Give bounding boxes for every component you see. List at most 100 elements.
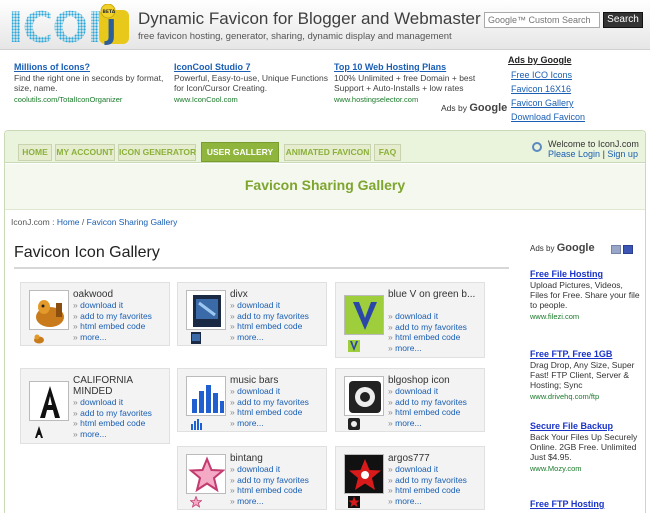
side-ad-title[interactable]: Free FTP, Free 1GB xyxy=(530,349,642,359)
music-bars-icon[interactable] xyxy=(186,376,226,416)
login-line: Please Login | Sign up xyxy=(548,149,638,159)
refresh-icon xyxy=(532,142,542,152)
download-link[interactable]: » download it xyxy=(230,386,309,397)
embed-code-link[interactable]: » html embed code xyxy=(230,321,309,332)
side-ad-1[interactable]: Free File Hosting Upload Pictures, Video… xyxy=(530,269,642,322)
signup-link[interactable]: Sign up xyxy=(607,149,638,159)
embed-code-link[interactable]: » html embed code xyxy=(230,485,309,496)
ad-title[interactable]: IconCool Studio 7 xyxy=(174,62,334,72)
ad-title[interactable]: Top 10 Web Hosting Plans xyxy=(334,62,492,72)
breadcrumb-separator: / xyxy=(81,217,85,227)
ad-url[interactable]: www.IconCool.com xyxy=(174,95,334,105)
dog-icon[interactable] xyxy=(29,290,69,330)
login-link[interactable]: Please Login xyxy=(548,149,600,159)
embed-code-link[interactable]: » html embed code xyxy=(388,485,467,496)
embed-code-link[interactable]: » html embed code xyxy=(388,407,467,418)
embed-code-link[interactable]: » html embed code xyxy=(73,418,152,429)
more-link[interactable]: » more... xyxy=(230,332,309,343)
gallery-divider xyxy=(14,267,509,269)
add-favorites-link[interactable]: » add to my favorites xyxy=(230,475,309,486)
more-link[interactable]: » more... xyxy=(230,418,309,429)
ad-title[interactable]: Millions of Icons? xyxy=(14,62,174,72)
breadcrumb-current[interactable]: Favicon Sharing Gallery xyxy=(87,217,178,227)
ads-by-google-label[interactable]: Ads by Google xyxy=(441,102,507,114)
login-separator: | xyxy=(602,149,605,159)
more-link[interactable]: » more... xyxy=(388,343,467,354)
next-ad-button[interactable] xyxy=(623,245,633,254)
side-ads-by-google-label[interactable]: Ads by Google xyxy=(530,242,595,254)
main-panel: HOME MY ACCOUNT ICON GENERATOR USER GALL… xyxy=(4,130,646,513)
divx-favicon-icon xyxy=(191,332,201,344)
embed-code-link[interactable]: » html embed code xyxy=(230,407,309,418)
top-ad-3[interactable]: Top 10 Web Hosting Plans 100% Unlimited … xyxy=(334,62,492,105)
card-name: music bars xyxy=(230,375,279,386)
more-link[interactable]: » more... xyxy=(230,496,309,507)
more-link[interactable]: » more... xyxy=(388,496,467,507)
tab-home[interactable]: HOME xyxy=(18,144,52,161)
search-input[interactable] xyxy=(484,12,600,28)
embed-code-link[interactable]: » html embed code xyxy=(73,321,152,332)
blgoshop-favicon-icon xyxy=(348,418,360,430)
download-link[interactable]: » download it xyxy=(73,397,152,408)
add-favorites-link[interactable]: » add to my favorites xyxy=(230,397,309,408)
side-ad-title[interactable]: Free FTP Hosting xyxy=(530,499,642,509)
side-ad-2[interactable]: Free FTP, Free 1GB Drag Drop, Any Size, … xyxy=(530,349,642,402)
top-ad-1[interactable]: Millions of Icons? Find the right one in… xyxy=(14,62,174,105)
more-link[interactable]: » more... xyxy=(73,429,152,440)
tab-user-gallery[interactable]: USER GALLERY xyxy=(201,142,279,162)
add-favorites-link[interactable]: » add to my favorites xyxy=(230,311,309,322)
ad-link-free-ico-icons[interactable]: Free ICO Icons xyxy=(511,68,618,82)
argos-star-icon[interactable] xyxy=(344,454,384,494)
side-ad-title[interactable]: Secure File Backup xyxy=(530,421,642,431)
ad-link-download-favicon[interactable]: Download Favicon xyxy=(511,110,618,124)
download-link[interactable]: » download it xyxy=(230,300,309,311)
download-link[interactable]: » download it xyxy=(73,300,152,311)
more-link[interactable]: » more... xyxy=(388,418,467,429)
iconj-logo[interactable]: ICON J BETA xyxy=(8,4,130,48)
add-favorites-link[interactable]: » add to my favorites xyxy=(73,311,152,322)
tab-icon-generator[interactable]: ICON GENERATOR xyxy=(118,144,196,161)
add-favorites-link[interactable]: » add to my favorites xyxy=(73,408,152,419)
side-ad-text: Drag Drop, Any Size, Super Fast! FTP Cli… xyxy=(530,360,635,390)
add-favorites-link[interactable]: » add to my favorites xyxy=(388,397,467,408)
letter-v-favicon-icon xyxy=(348,340,360,352)
ad-links-title[interactable]: Ads by Google xyxy=(508,55,618,65)
ad-text: Powerful, Easy-to-use, Unique Functions … xyxy=(174,73,329,93)
tab-my-account[interactable]: MY ACCOUNT xyxy=(55,144,115,161)
star-icon[interactable] xyxy=(186,454,226,494)
card-name: oakwood xyxy=(73,289,114,300)
card-name: divx xyxy=(230,289,248,300)
letter-v-icon[interactable] xyxy=(344,295,384,335)
top-ad-2[interactable]: IconCool Studio 7 Powerful, Easy-to-use,… xyxy=(174,62,334,105)
download-link[interactable]: » download it xyxy=(388,311,467,322)
previous-ad-button[interactable] xyxy=(611,245,621,254)
side-ad-4[interactable]: Free FTP Hosting xyxy=(530,499,642,510)
divx-icon[interactable] xyxy=(186,290,226,330)
blgoshop-icon[interactable] xyxy=(344,376,384,416)
search-button[interactable]: Search xyxy=(603,12,643,28)
download-link[interactable]: » download it xyxy=(230,464,309,475)
embed-code-link[interactable]: » html embed code xyxy=(388,332,467,343)
breadcrumb: IconJ.com : Home / Favicon Sharing Galle… xyxy=(11,217,177,227)
add-favorites-link[interactable]: » add to my favorites xyxy=(388,322,467,333)
tab-animated-favicon[interactable]: ANIMATED FAVICON xyxy=(284,144,371,161)
gallery-card: music bars » download it » add to my fav… xyxy=(177,368,327,432)
letter-a-icon[interactable] xyxy=(29,381,69,421)
ad-link-favicon-gallery[interactable]: Favicon Gallery xyxy=(511,96,618,110)
card-links: » download it » add to my favorites » ht… xyxy=(388,386,467,428)
tab-faq[interactable]: FAQ xyxy=(374,144,401,161)
side-ad-url[interactable]: www.drivehq.com/ftp xyxy=(530,392,642,402)
download-link[interactable]: » download it xyxy=(388,464,467,475)
download-link[interactable]: » download it xyxy=(388,386,467,397)
ad-text: 100% Unlimited + free Domain + best Supp… xyxy=(334,73,476,93)
side-ad-3[interactable]: Secure File Backup Back Your Files Up Se… xyxy=(530,421,642,474)
add-favorites-link[interactable]: » add to my favorites xyxy=(388,475,467,486)
gallery-card: bintang » download it » add to my favori… xyxy=(177,446,327,510)
side-ad-url[interactable]: www.Mozy.com xyxy=(530,464,642,474)
more-link[interactable]: » more... xyxy=(73,332,152,343)
ad-url[interactable]: coolutils.com/TotalIconOrganizer xyxy=(14,95,174,105)
side-ad-url[interactable]: www.filezi.com xyxy=(530,312,642,322)
side-ad-title[interactable]: Free File Hosting xyxy=(530,269,642,279)
ad-link-favicon-16x16[interactable]: Favicon 16X16 xyxy=(511,82,618,96)
breadcrumb-home[interactable]: Home xyxy=(57,217,80,227)
